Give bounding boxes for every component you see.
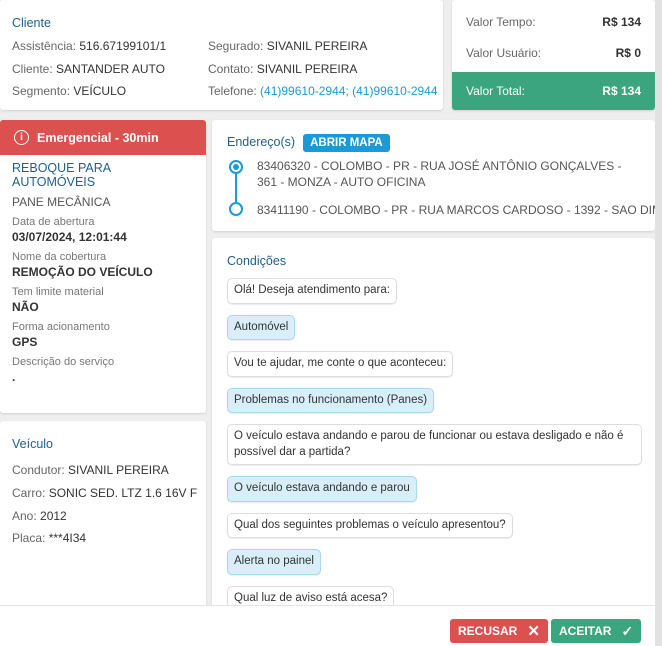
reject-button[interactable]: RECUSAR ✕ (450, 619, 548, 643)
bot-message-bubble: Olá! Deseja atendimento para: (227, 278, 397, 304)
vehicle-title: Veículo (12, 437, 54, 451)
label: Cliente: (12, 62, 53, 76)
accept-button[interactable]: ACEITAR ✓ (551, 619, 642, 643)
label: Valor Usuário: (466, 45, 542, 60)
valor-total: R$ 134 (602, 84, 641, 98)
service-type: REBOQUE PARA AUTOMÓVEIS (12, 161, 111, 189)
emergency-badge: i Emergencial - 30min (0, 120, 206, 155)
address-item: 83411190 - COLOMBO - PR - RUA MARCOS CAR… (257, 203, 662, 217)
close-icon: ✕ (527, 623, 540, 640)
bot-message-bubble: O veículo estava andando e parou de func… (227, 424, 642, 466)
placa-value: ***4I34 (48, 531, 87, 545)
open-map-button[interactable]: ABRIR MAPA (303, 134, 390, 152)
user-answer-bubble: Problemas no funcionamento (Panes) (227, 387, 435, 414)
segurado-value: SIVANIL PEREIRA (266, 39, 368, 53)
label: Assistência: (12, 39, 77, 53)
valor-tempo: R$ 134 (602, 14, 641, 29)
field-value: 03/07/2024, 12:01:44 (12, 230, 127, 244)
label: Contato: (208, 62, 254, 76)
cliente-row: Cliente: SANTANDER AUTO (12, 62, 165, 76)
check-icon: ✓ (621, 622, 634, 639)
label: Segurado: (208, 39, 264, 53)
field-label: Data de abertura (12, 216, 95, 228)
segmento-row: Segmento: VEÍCULO (12, 84, 126, 98)
field-label: Forma acionamento (12, 321, 110, 333)
origin-marker-icon (229, 160, 243, 174)
address-card: Endereço(s) ABRIR MAPA 83406320 - COLOMBO… (212, 120, 662, 231)
field-value: GPS (12, 335, 38, 349)
badge-text: Emergencial - 30min (37, 130, 159, 145)
telefone-row: Telefone: (41)99610-2944; (41)99610-2944 (208, 84, 438, 98)
segmento-value: VEÍCULO (73, 84, 127, 98)
client-card: Cliente Assistência: 516.67199101/1 Clie… (0, 0, 443, 110)
valor-tempo-row: Valor Tempo: R$ 134 (452, 6, 655, 37)
label: Ano: (12, 509, 37, 523)
field-value: . (12, 370, 16, 384)
scrollbar[interactable] (655, 0, 662, 646)
vehicle-card: Veículo Condutor: SIVANIL PEREIRA Carro:… (0, 421, 206, 621)
route-line (235, 174, 237, 202)
field-label: Nome da cobertura (12, 251, 107, 263)
user-answer-bubble: Alerta no painel (227, 549, 321, 575)
chat-log: Olá! Deseja atendimento para: Automóvel Vo… (227, 278, 642, 618)
field-value: NÃO (12, 300, 39, 314)
label: Telefone: (208, 84, 257, 98)
user-answer-bubble: Automóvel (227, 314, 296, 341)
client-title: Cliente (12, 16, 51, 30)
telefone-link[interactable]: (41)99610-2944; (41)99610-2944 (260, 84, 437, 98)
bot-message-bubble: Vou te ajudar, me conte o que aconteceu: (227, 351, 454, 377)
label: Segmento: (12, 84, 71, 98)
ano-value: 2012 (40, 509, 67, 523)
cliente-value: SANTANDER AUTO (56, 62, 165, 76)
assistencia-row: Assistência: 516.67199101/1 (12, 39, 166, 53)
action-bar: RECUSAR ✕ ACEITAR ✓ (0, 605, 655, 646)
valor-usuario: R$ 0 (615, 45, 641, 60)
valor-usuario-row: Valor Usuário: R$ 0 (452, 37, 655, 68)
placa-row: Placa: ***4I34 (12, 531, 86, 545)
values-card: Valor Tempo: R$ 134 Valor Usuário: R$ 0 Va… (452, 0, 655, 110)
ano-row: Ano: 2012 (12, 509, 67, 523)
field-value: REMOÇÃO DO VEÍCULO (12, 265, 153, 279)
condutor-row: Condutor: SIVANIL PEREIRA (12, 463, 169, 477)
field-label: Tem limite material (12, 286, 104, 298)
valor-total-row: Valor Total: R$ 134 (452, 72, 655, 110)
carro-row: Carro: SONIC SED. LTZ 1.6 16V F (12, 486, 197, 500)
user-answer-bubble: O veículo estava andando e parou (227, 476, 417, 502)
label: Condutor: (12, 463, 65, 477)
carro-value: SONIC SED. LTZ 1.6 16V F (48, 486, 198, 500)
field-label: Descrição do serviço (12, 356, 115, 368)
label: Valor Total: (466, 84, 525, 98)
contato-row: Contato: SIVANIL PEREIRA (208, 62, 357, 76)
label: Valor Tempo: (466, 14, 536, 29)
info-icon: i (14, 130, 29, 145)
contato-value: SIVANIL PEREIRA (256, 62, 358, 76)
bot-message-bubble: Qual dos seguintes problemas o veículo a… (227, 512, 513, 539)
label: Carro: (12, 486, 46, 500)
service-reason: PANE MECÂNICA (12, 195, 111, 209)
service-card: i Emergencial - 30min REBOQUE PARA AUTOMÓ… (0, 120, 206, 413)
conditions-card: Condições Olá! Deseja atendimento para: A… (212, 238, 655, 618)
destination-marker-icon (229, 202, 243, 216)
reject-label: RECUSAR (458, 624, 518, 638)
address-title: Endereço(s) (227, 135, 296, 149)
condutor-value: SIVANIL PEREIRA (68, 463, 169, 477)
accept-label: ACEITAR (559, 624, 612, 638)
address-item: 83406320 - COLOMBO - PR - RUA JOSÉ ANTÔN… (257, 159, 622, 190)
conditions-title: Condições (227, 254, 287, 268)
assistencia-value: 516.67199101/1 (79, 39, 167, 53)
label: Placa: (12, 531, 46, 545)
segurado-row: Segurado: SIVANIL PEREIRA (208, 39, 367, 53)
